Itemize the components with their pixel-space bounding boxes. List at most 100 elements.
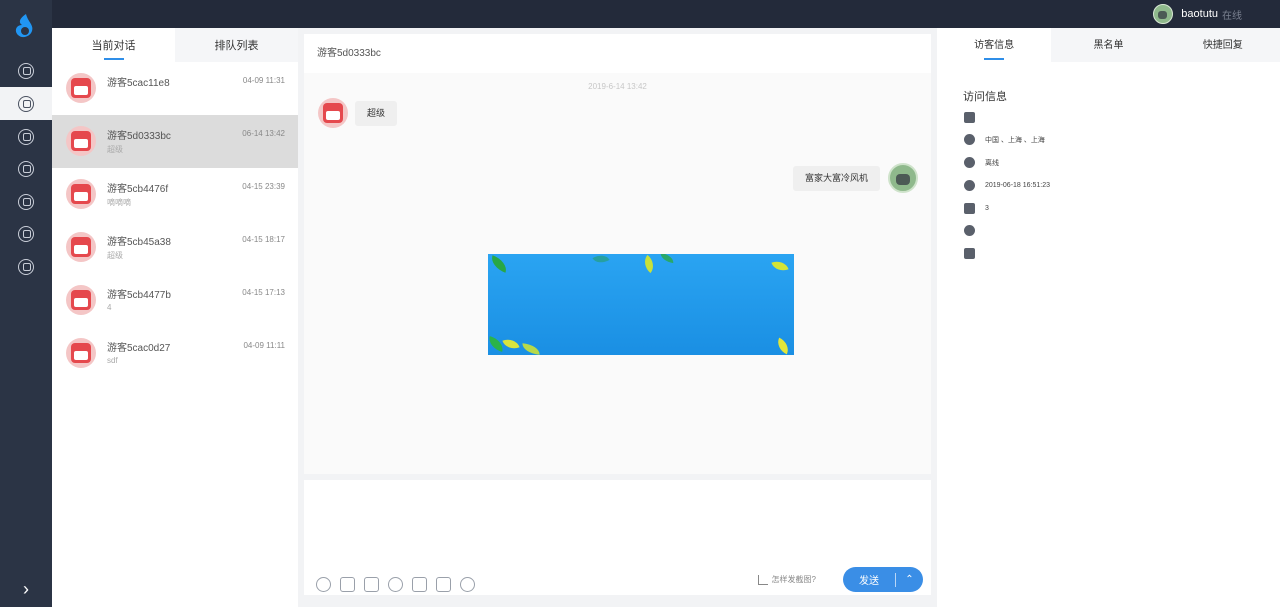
list-item[interactable]: 游客5cb45a38 04-15 18:17 超级 [52, 221, 298, 274]
conversation-tabs: 当前对话 排队列表 [52, 28, 298, 62]
conversation-preview: 嘀嘀嘀 [107, 198, 131, 207]
message-timestamp: 2019-6-14 13:42 [588, 82, 647, 91]
nav-statistics[interactable] [0, 217, 52, 250]
leaf-decoration [639, 254, 659, 274]
avatar [318, 98, 348, 128]
message-bubble: 超级 [355, 100, 398, 126]
form-icon[interactable] [436, 577, 451, 592]
visitor-message: 超级 [318, 98, 398, 128]
tab-visitor-info[interactable]: 访客信息 [937, 28, 1052, 62]
conversation-preview: 4 [107, 303, 112, 312]
phone-icon [964, 248, 975, 259]
send-button-group: 发送 ⌃ [843, 567, 923, 592]
info-value: 2019-06-18 16:51:23 [985, 182, 1050, 189]
info-value: 离线 [985, 159, 999, 167]
app-logo-icon [12, 12, 36, 40]
avatar [66, 179, 96, 209]
conversation-time: 04-15 17:13 [242, 288, 285, 297]
image-icon[interactable] [340, 577, 355, 592]
nav-chat[interactable] [0, 87, 52, 120]
send-options-chevron-up-icon[interactable]: ⌃ [896, 574, 923, 585]
avatar [66, 126, 96, 156]
transfer-icon[interactable] [412, 577, 427, 592]
list-item[interactable]: 游客5cb4476f 04-15 23:39 嘀嘀嘀 [52, 168, 298, 221]
crop-icon [757, 574, 768, 585]
info-row: 2019-06-18 16:51:23 [964, 180, 1050, 191]
avatar [66, 73, 96, 103]
location-icon [964, 134, 975, 145]
conversation-name: 游客5d0333bc [107, 131, 171, 142]
leaf-decoration [774, 337, 792, 355]
conversation-preview: 超级 [107, 251, 123, 260]
conversation-time: 06-14 13:42 [242, 129, 285, 138]
avatar [66, 338, 96, 368]
conversation-name: 游客5cb45a38 [107, 237, 171, 248]
topbar: baotutu 在线 [52, 0, 1280, 28]
info-row [964, 248, 985, 259]
info-value: 中国 、上海 、上海 [985, 136, 1045, 144]
image-message[interactable] [488, 254, 794, 355]
list-item[interactable]: 游客5d0333bc 06-14 13:42 超级 [52, 115, 298, 168]
conversation-preview: 超级 [107, 145, 123, 154]
tab-queue-list[interactable]: 排队列表 [175, 28, 298, 62]
nav-history[interactable] [0, 120, 52, 153]
target-icon [964, 157, 975, 168]
block-icon[interactable] [388, 577, 403, 592]
info-row [964, 112, 985, 123]
nav-settings[interactable] [0, 250, 52, 283]
user-icon [964, 225, 975, 236]
leaf-decoration [659, 254, 675, 264]
info-tabs: 访客信息 黑名单 快捷回复 [937, 28, 1280, 62]
history-icon [18, 128, 34, 145]
list-item[interactable]: 游客5cac11e8 04-09 11:31 [52, 62, 298, 115]
statistics-icon [18, 225, 34, 242]
info-row: 3 [964, 203, 989, 214]
conversation-name: 游客5cac11e8 [107, 78, 170, 89]
conversation-name: 游客5cb4477b [107, 290, 171, 301]
conversation-preview: sdf [107, 356, 118, 365]
section-title: 访问信息 [963, 91, 1007, 103]
sidebar: › [0, 0, 52, 607]
composer-toolbar [316, 577, 484, 592]
tab-blacklist[interactable]: 黑名单 [1051, 28, 1165, 62]
home-icon [18, 62, 34, 79]
nav-visitors[interactable] [0, 185, 52, 218]
message-bubble: 富家大富冷风机 [792, 165, 880, 191]
conversation-name: 游客5cb4476f [107, 184, 169, 195]
star-icon[interactable] [460, 577, 475, 592]
bookmark-icon [964, 112, 975, 123]
send-button[interactable]: 发送 [843, 572, 895, 587]
info-row: 离线 [964, 157, 999, 168]
user-menu[interactable]: baotutu 在线 [1153, 4, 1242, 24]
emoji-icon[interactable] [316, 577, 331, 592]
conversation-panel: 当前对话 排队列表 游客5cac11e8 04-09 11:31 游客5d033… [52, 28, 298, 607]
tab-quick-reply[interactable]: 快捷回复 [1166, 28, 1280, 62]
star-icon [18, 160, 34, 177]
clock-icon [964, 180, 975, 191]
leaf-decoration [771, 257, 789, 275]
avatar [66, 232, 96, 262]
nav-favorites[interactable] [0, 152, 52, 185]
list-item[interactable]: 游客5cac0d27 04-09 11:11 sdf [52, 327, 298, 380]
agent-message: 富家大富冷风机 [792, 163, 918, 193]
leaf-decoration [502, 335, 520, 353]
list-item[interactable]: 游客5cb4477b 04-15 17:13 4 [52, 274, 298, 327]
online-status: 在线 [1222, 10, 1242, 22]
conversation-time: 04-09 11:31 [242, 76, 285, 85]
chat-title: 游客5d0333bc [304, 34, 931, 73]
folder-icon[interactable] [364, 577, 379, 592]
nav-home[interactable] [0, 54, 52, 87]
screenshot-help-link[interactable]: 怎样发截图? [757, 574, 816, 585]
leaf-decoration [488, 336, 506, 352]
leaf-decoration [521, 343, 541, 355]
leaf-decoration [592, 254, 610, 267]
visitor-icon [18, 193, 34, 210]
expand-sidebar-button[interactable]: › [16, 579, 36, 599]
visitor-info-panel: 访客信息 黑名单 快捷回复 访问信息 中国 、上海 、上海 离线 2019-06… [937, 28, 1280, 607]
conversation-name: 游客5cac0d27 [107, 343, 171, 354]
tab-current-conversations[interactable]: 当前对话 [52, 28, 175, 62]
conversation-time: 04-15 18:17 [242, 235, 285, 244]
conversation-time: 04-15 23:39 [242, 182, 285, 191]
message-composer[interactable]: 怎样发截图? 发送 ⌃ [304, 480, 931, 595]
avatar [888, 163, 918, 193]
